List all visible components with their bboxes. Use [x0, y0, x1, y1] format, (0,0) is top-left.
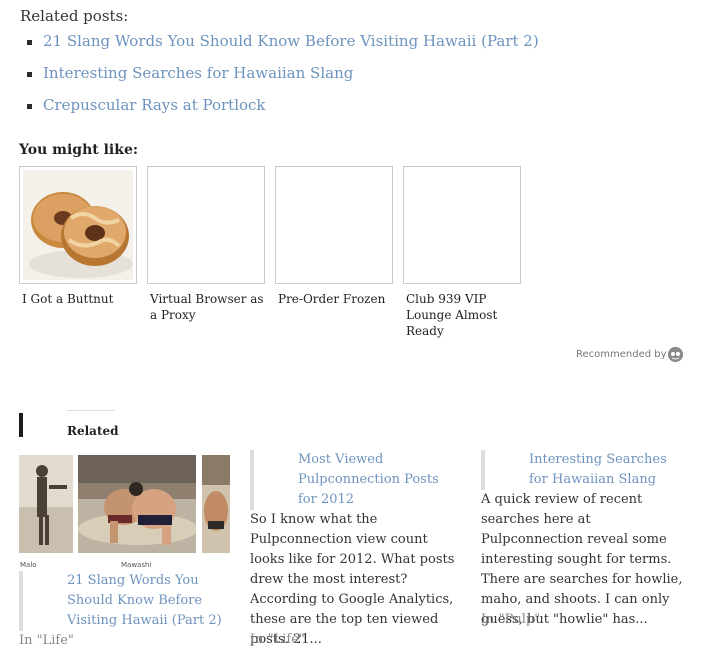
related-posts-heading: Related posts: [20, 7, 129, 25]
related-item-title[interactable]: Interesting Searches for Hawaiian Slang [529, 450, 689, 490]
related-item-category: In "Pulp" [481, 612, 541, 627]
related-item-excerpt: A quick review of recent searches here a… [481, 492, 683, 627]
donut-illustration [23, 170, 133, 280]
recommender-logo-icon[interactable] [668, 347, 683, 362]
thumbnail-image[interactable] [202, 455, 230, 553]
related-item-title[interactable]: 21 Slang Words You Should Know Before Vi… [67, 571, 227, 631]
recommendation-caption[interactable]: Pre-Order Frozen [278, 291, 396, 307]
recommendation-caption[interactable]: I Got a Buttnut [22, 291, 140, 307]
recommendation-caption[interactable]: Club 939 VIP Lounge Almost Ready [406, 291, 524, 339]
related-post-link[interactable]: 21 Slang Words You Should Know Before Vi… [43, 32, 539, 50]
recommendation-thumbnail[interactable] [147, 166, 265, 284]
divider [67, 410, 115, 411]
malo-image[interactable] [19, 455, 73, 553]
related-heading: Related [67, 424, 119, 438]
quote-bar [481, 450, 485, 490]
related-post-link[interactable]: Crepuscular Rays at Portlock [43, 96, 266, 114]
recommended-by-label[interactable]: Recommended by [576, 349, 667, 360]
recommendation-thumbnail[interactable] [275, 166, 393, 284]
quote-bar [19, 571, 23, 631]
related-item-category: In "Life" [250, 632, 305, 647]
mawashi-image[interactable] [78, 455, 196, 553]
bullet-icon [27, 104, 32, 109]
recommendation-thumbnail[interactable] [19, 166, 137, 284]
related-item-title[interactable]: Most Viewed Pulpconnection Posts for 201… [298, 450, 460, 510]
bullet-icon [27, 72, 32, 77]
related-post-link[interactable]: Interesting Searches for Hawaiian Slang [43, 64, 353, 82]
bullet-icon [27, 40, 32, 45]
related-item-excerpt: So I know what the Pulpconnection view c… [250, 512, 455, 647]
thumbnail-caption: Mawashi [121, 561, 152, 569]
recommendation-thumbnail[interactable] [403, 166, 521, 284]
quote-bar [250, 450, 254, 510]
donut-image [23, 170, 133, 280]
thumbnail-caption: Malo [20, 561, 37, 569]
related-marker [19, 413, 23, 437]
recommendation-caption[interactable]: Virtual Browser as a Proxy [150, 291, 268, 323]
related-item-category: In "Life" [19, 633, 74, 648]
you-might-like-heading: You might like: [19, 142, 139, 158]
